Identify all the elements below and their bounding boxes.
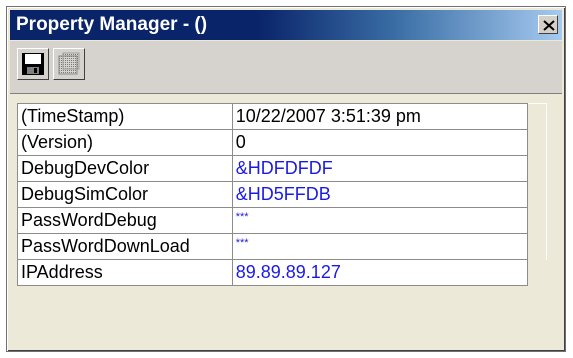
property-row[interactable]: IPAddress 89.89.89.127: [17, 259, 547, 286]
property-name[interactable]: DebugDevColor: [17, 155, 233, 182]
property-row[interactable]: DebugDevColor &HDFDFDF: [17, 155, 547, 182]
disabled-grid-icon: [58, 52, 80, 75]
property-manager-window: Property Manager - () (TimeStamp) 10/22/…: [6, 6, 566, 352]
title-bar[interactable]: Property Manager - (): [10, 10, 562, 40]
grid-margin: [527, 129, 547, 156]
property-value[interactable]: 89.89.89.127: [231, 259, 529, 286]
property-name[interactable]: (Version): [17, 129, 233, 156]
toolbar: [10, 41, 562, 94]
property-row[interactable]: DebugSimColor &HD5FFDB: [17, 181, 547, 208]
disabled-grid-button[interactable]: [53, 48, 85, 80]
grid-margin: [527, 259, 547, 286]
property-name[interactable]: PassWordDownLoad: [17, 233, 233, 260]
grid-margin: [527, 155, 547, 182]
property-grid: (TimeStamp) 10/22/2007 3:51:39 pm (Version…: [17, 103, 547, 286]
grid-margin: [527, 103, 547, 130]
property-row[interactable]: (TimeStamp) 10/22/2007 3:51:39 pm: [17, 103, 547, 130]
grid-margin: [527, 233, 547, 260]
property-name[interactable]: IPAddress: [17, 259, 233, 286]
window-title: Property Manager - (): [16, 14, 208, 35]
property-row[interactable]: PassWordDownLoad ***: [17, 233, 547, 260]
property-name[interactable]: DebugSimColor: [17, 181, 233, 208]
property-value[interactable]: &HD5FFDB: [231, 181, 529, 208]
property-value[interactable]: 10/22/2007 3:51:39 pm: [231, 103, 529, 130]
property-row[interactable]: (Version) 0: [17, 129, 547, 156]
property-row[interactable]: PassWordDebug ***: [17, 207, 547, 234]
close-icon: [543, 20, 555, 31]
property-value[interactable]: ***: [231, 207, 529, 234]
close-button[interactable]: [538, 15, 558, 34]
grid-margin: [527, 181, 547, 208]
floppy-save-icon: [22, 53, 44, 75]
grid-margin: [527, 207, 547, 234]
property-value[interactable]: 0: [231, 129, 529, 156]
property-value[interactable]: &HDFDFDF: [231, 155, 529, 182]
property-value[interactable]: ***: [231, 233, 529, 260]
save-button[interactable]: [17, 48, 49, 80]
property-name[interactable]: PassWordDebug: [17, 207, 233, 234]
property-name[interactable]: (TimeStamp): [17, 103, 233, 130]
